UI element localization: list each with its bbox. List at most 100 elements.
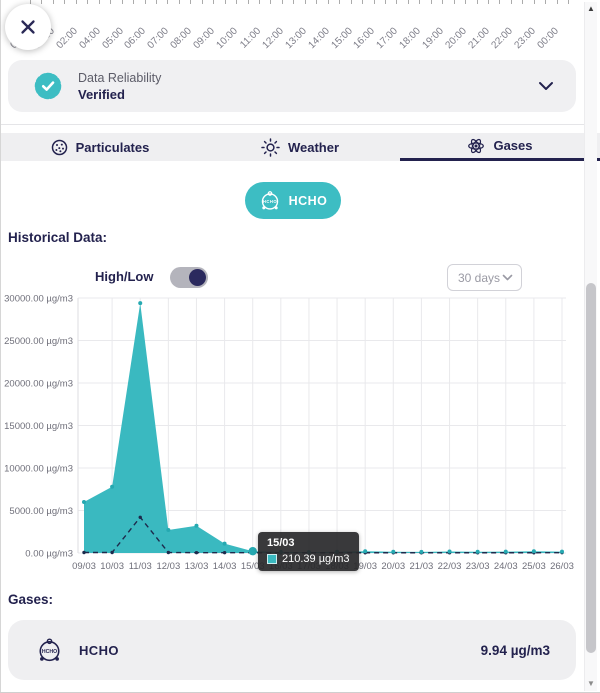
svg-text:09/03: 09/03 <box>72 561 96 572</box>
toggle-knob <box>189 269 206 286</box>
time-axis-tick <box>545 0 546 4</box>
time-axis-tick <box>385 0 386 4</box>
time-axis-tick <box>64 0 65 4</box>
hcho-molecule-icon: HCHO <box>259 190 281 212</box>
reliability-label: Data Reliability <box>78 71 161 85</box>
time-axis-tick <box>454 0 455 4</box>
time-axis-tick <box>396 0 397 4</box>
time-axis-tick <box>316 0 317 4</box>
sun-icon <box>261 138 280 157</box>
reliability-status: Verified <box>78 87 161 102</box>
scrollbar-thumb[interactable] <box>586 283 596 653</box>
particulates-icon <box>51 139 68 156</box>
time-axis-tick <box>351 0 352 4</box>
time-axis-tick <box>145 0 146 4</box>
gases-section-title: Gases: <box>8 592 53 607</box>
range-select[interactable]: 30 days <box>447 264 522 291</box>
tooltip-value: 210.39 µg/m3 <box>282 553 350 565</box>
svg-text:10000.00 µg/m3: 10000.00 µg/m3 <box>4 464 73 475</box>
close-button[interactable] <box>5 4 51 50</box>
time-axis-tick <box>236 0 237 4</box>
time-axis-tick <box>431 0 432 4</box>
svg-text:HCHO: HCHO <box>262 199 276 204</box>
time-axis-tick <box>557 0 558 4</box>
tab-label: Gases <box>493 138 532 153</box>
scroll-up-arrow[interactable]: ▲ <box>587 2 595 16</box>
gas-selector-hcho-button[interactable]: HCHO HCHO <box>245 182 341 219</box>
svg-text:25/03: 25/03 <box>522 561 546 572</box>
tooltip-date: 15/03 <box>267 537 350 549</box>
time-axis-tick <box>465 0 466 4</box>
time-axis-tick <box>442 0 443 4</box>
gas-sensor-panel: 00:0001:0002:0004:0005:0006:0007:0008:00… <box>0 0 600 693</box>
time-axis-tick <box>248 0 249 4</box>
time-axis-tick <box>259 0 260 4</box>
highlow-toggle-label: High/Low <box>95 269 154 284</box>
time-axis-tick <box>179 0 180 4</box>
time-axis-tick <box>270 0 271 4</box>
svg-text:0.00 µg/m3: 0.00 µg/m3 <box>25 549 73 560</box>
svg-text:20/03: 20/03 <box>381 561 405 572</box>
highlow-toggle[interactable] <box>170 267 208 288</box>
time-axis-tick <box>156 0 157 4</box>
divider <box>0 124 584 125</box>
svg-text:13/03: 13/03 <box>185 561 209 572</box>
time-axis-tick <box>374 0 375 4</box>
chart-tooltip: 15/03 210.39 µg/m3 <box>258 532 359 571</box>
time-axis-tick <box>225 0 226 4</box>
range-select-value: 30 days <box>458 271 502 285</box>
svg-text:23/03: 23/03 <box>466 561 490 572</box>
svg-text:22/03: 22/03 <box>438 561 462 572</box>
svg-text:24/03: 24/03 <box>494 561 518 572</box>
time-axis-tick <box>87 0 88 4</box>
time-axis-tick <box>110 0 111 4</box>
vertical-scrollbar[interactable]: ▲ ▼ <box>584 2 597 691</box>
time-axis-tick <box>76 0 77 4</box>
time-axis-tick <box>213 0 214 4</box>
time-axis-tick <box>328 0 329 4</box>
time-axis-tick <box>419 0 420 4</box>
tab-label: Particulates <box>76 140 150 155</box>
time-axis-tick <box>477 0 478 4</box>
time-axis-tick <box>41 0 42 4</box>
panel-left-border <box>0 0 1 693</box>
historical-chart[interactable]: 0.00 µg/m3 5000.00 µg/m3 10000.00 µg/m3 150… <box>0 290 584 582</box>
svg-text:10/03: 10/03 <box>100 561 124 572</box>
time-axis-tick <box>282 0 283 4</box>
previous-chart-time-axis: 00:0001:0002:0004:0005:0006:0007:0008:00… <box>0 0 584 55</box>
svg-text:25000.00 µg/m3: 25000.00 µg/m3 <box>4 336 73 347</box>
time-axis-tick <box>167 0 168 4</box>
chevron-down-icon[interactable] <box>538 81 554 91</box>
tab-bar: Particulates Weather <box>0 133 600 161</box>
verified-badge-icon <box>32 70 64 102</box>
time-axis-tick <box>339 0 340 4</box>
gas-row-value: 9.94 µg/m3 <box>481 643 550 658</box>
series-swatch <box>267 554 277 564</box>
tab-weather[interactable]: Weather <box>200 133 400 161</box>
tab-particulates[interactable]: Particulates <box>0 133 200 161</box>
scroll-down-arrow[interactable]: ▼ <box>587 677 595 691</box>
time-axis-tick <box>499 0 500 4</box>
gas-row-hcho[interactable]: HCHO HCHO 9.94 µg/m3 <box>8 620 576 680</box>
gas-pill-label: HCHO <box>289 194 328 208</box>
time-axis-tick <box>568 0 569 4</box>
close-icon <box>19 18 37 36</box>
time-axis-tick <box>522 0 523 4</box>
tab-label: Weather <box>288 140 339 155</box>
data-reliability-card[interactable]: Data Reliability Verified <box>8 60 576 112</box>
svg-text:30000.00 µg/m3: 30000.00 µg/m3 <box>4 294 73 305</box>
svg-text:HCHO: HCHO <box>42 649 57 655</box>
tab-gases[interactable]: Gases <box>400 133 600 161</box>
svg-text:15000.00 µg/m3: 15000.00 µg/m3 <box>4 421 73 432</box>
svg-text:14/03: 14/03 <box>213 561 237 572</box>
time-axis-tick <box>362 0 363 4</box>
time-axis-tick <box>99 0 100 4</box>
scrollbar-track[interactable] <box>585 16 597 677</box>
hcho-molecule-icon: HCHO <box>36 637 63 664</box>
svg-text:5000.00 µg/m3: 5000.00 µg/m3 <box>9 506 73 517</box>
historical-data-title: Historical Data: <box>8 230 107 245</box>
svg-text:26/03: 26/03 <box>550 561 574 572</box>
svg-text:21/03: 21/03 <box>410 561 434 572</box>
time-axis-tick <box>293 0 294 4</box>
svg-text:12/03: 12/03 <box>156 561 180 572</box>
